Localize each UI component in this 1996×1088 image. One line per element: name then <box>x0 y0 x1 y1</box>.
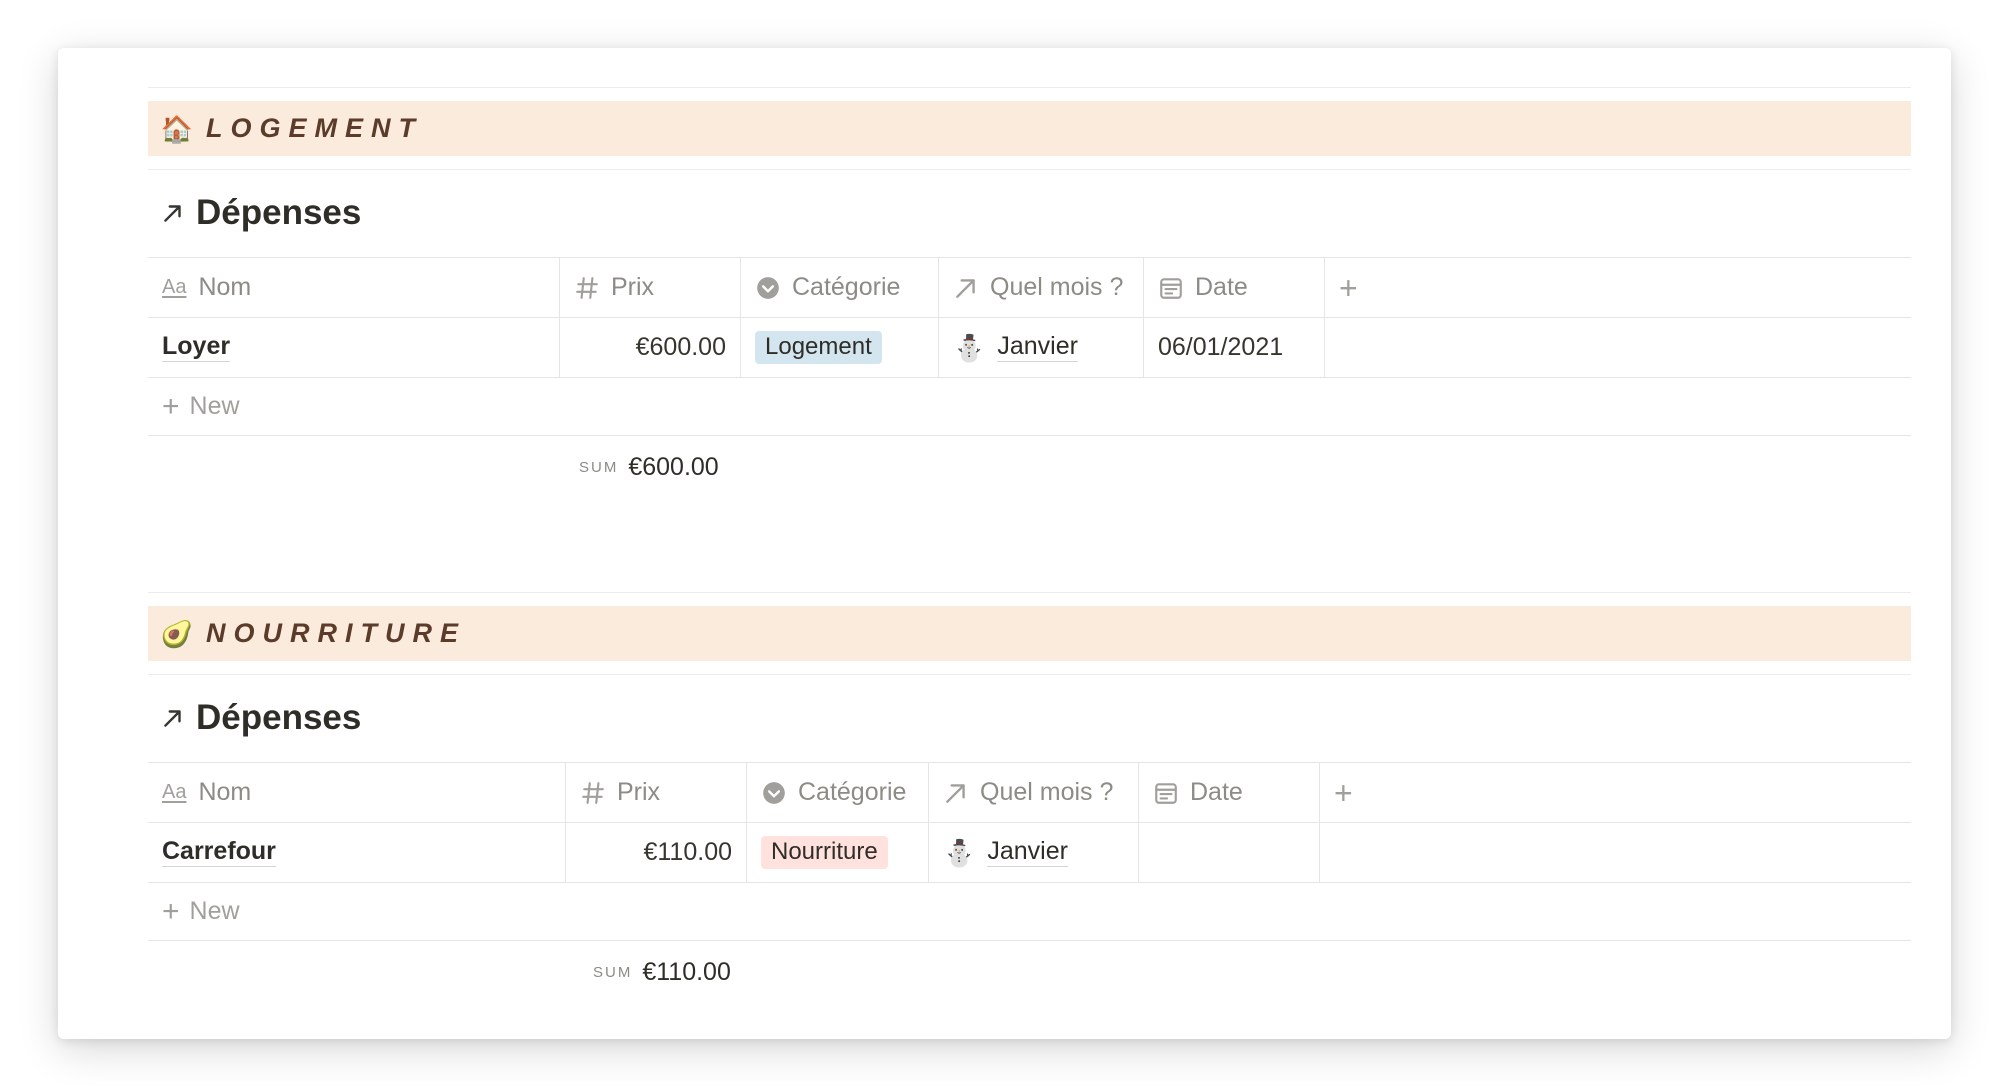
banner-title: NOURRITURE <box>206 618 466 648</box>
column-header-date[interactable]: Date <box>1144 258 1325 317</box>
text-aa-icon: Aa <box>162 781 187 803</box>
callout-banner[interactable]: 🥑 NOURRITURE <box>148 606 1911 661</box>
sum-calculation[interactable]: SUM €600.00 <box>579 436 719 498</box>
calculation-row: SUM €110.00 <box>148 941 1911 1003</box>
column-label: Prix <box>617 778 661 806</box>
column-label: Prix <box>611 273 655 301</box>
database-title-label: Dépenses <box>196 698 362 737</box>
plus-icon: + <box>162 894 180 928</box>
new-row-button[interactable]: + New <box>148 883 1911 941</box>
cell-date[interactable]: 06/01/2021 <box>1144 318 1325 377</box>
column-header-date[interactable]: Date <box>1139 763 1320 822</box>
select-chevron-icon <box>763 781 785 804</box>
cell-nom[interactable]: Loyer <box>148 318 560 377</box>
database-title[interactable]: Dépenses <box>148 181 1911 245</box>
category-tag: Logement <box>755 331 882 364</box>
sum-label: SUM <box>593 963 633 981</box>
column-header-quel-mois[interactable]: Quel mois ? <box>929 763 1139 822</box>
relation-arrow-icon <box>956 278 975 298</box>
banner-title: LOGEMENT <box>206 113 423 143</box>
table-header: Aa Nom Prix Catégorie Quel mois ? Date + <box>148 258 1911 318</box>
row-price: €600.00 <box>635 333 726 361</box>
month-relation-link[interactable]: Janvier <box>987 838 1068 867</box>
column-header-prix[interactable]: Prix <box>560 258 741 317</box>
cell-prix[interactable]: €600.00 <box>560 318 741 377</box>
column-label: Date <box>1195 273 1248 301</box>
column-label: Catégorie <box>798 778 907 806</box>
column-header-categorie[interactable]: Catégorie <box>747 763 929 822</box>
table-row[interactable]: Carrefour €110.00 Nourriture ⛄ Janvier <box>148 823 1911 883</box>
column-label: Catégorie <box>792 273 901 301</box>
section-logement: 🏠 LOGEMENT Dépenses Aa Nom Prix Catégori… <box>148 87 1911 498</box>
avocado-emoji-icon: 🥑 <box>160 618 194 649</box>
page-card: 🏠 LOGEMENT Dépenses Aa Nom Prix Catégori… <box>58 48 1951 1039</box>
new-row-button[interactable]: + New <box>148 378 1911 436</box>
cell-quel-mois[interactable]: ⛄ Janvier <box>939 318 1144 377</box>
column-header-nom[interactable]: Aa Nom <box>148 258 560 317</box>
row-price: €110.00 <box>643 838 732 866</box>
sum-value: €110.00 <box>642 957 731 986</box>
database-table: Aa Nom Prix Catégorie Quel mois ? Date +… <box>148 762 1911 1003</box>
column-header-categorie[interactable]: Catégorie <box>741 258 939 317</box>
cell-empty <box>1325 318 1911 377</box>
row-date: 06/01/2021 <box>1158 333 1284 361</box>
category-tag: Nourriture <box>761 836 888 869</box>
snowman-icon: ⛄ <box>943 837 976 868</box>
sum-value: €600.00 <box>628 452 719 481</box>
database-title-label: Dépenses <box>196 193 362 232</box>
cell-quel-mois[interactable]: ⛄ Janvier <box>929 823 1139 882</box>
column-label: Nom <box>198 273 252 301</box>
cell-categorie[interactable]: Logement <box>741 318 939 377</box>
select-chevron-icon <box>757 276 779 299</box>
row-name[interactable]: Carrefour <box>162 837 276 868</box>
relation-arrow-icon <box>946 783 965 803</box>
calendar-icon <box>1160 277 1182 299</box>
column-header-nom[interactable]: Aa Nom <box>148 763 566 822</box>
arrow-up-right-icon <box>164 710 181 727</box>
table-row[interactable]: Loyer €600.00 Logement ⛄ Janvier 06/01/2… <box>148 318 1911 378</box>
snowman-icon: ⛄ <box>953 332 986 363</box>
column-label: Quel mois ? <box>980 778 1114 806</box>
sum-label: SUM <box>579 458 619 476</box>
add-column-cell: + <box>1320 763 1911 822</box>
row-name[interactable]: Loyer <box>162 332 231 363</box>
database-table: Aa Nom Prix Catégorie Quel mois ? Date +… <box>148 257 1911 498</box>
column-label: Nom <box>198 778 252 806</box>
sum-calculation[interactable]: SUM €110.00 <box>593 941 731 1003</box>
calculation-row: SUM €600.00 <box>148 436 1911 498</box>
add-column-button[interactable]: + <box>1339 272 1358 304</box>
hash-icon <box>576 276 598 299</box>
text-aa-icon: Aa <box>162 276 187 298</box>
add-column-cell: + <box>1325 258 1911 317</box>
arrow-up-right-icon <box>164 205 181 222</box>
database-title[interactable]: Dépenses <box>148 686 1911 750</box>
month-relation-link[interactable]: Janvier <box>997 333 1078 362</box>
cell-date[interactable] <box>1139 823 1320 882</box>
new-label: New <box>189 392 240 420</box>
callout-banner[interactable]: 🏠 LOGEMENT <box>148 101 1911 156</box>
column-label: Quel mois ? <box>990 273 1124 301</box>
house-emoji-icon: 🏠 <box>160 113 194 144</box>
plus-icon: + <box>162 389 180 423</box>
calendar-icon <box>1155 782 1177 804</box>
table-header: Aa Nom Prix Catégorie Quel mois ? Date + <box>148 763 1911 823</box>
cell-prix[interactable]: €110.00 <box>566 823 747 882</box>
cell-empty <box>1320 823 1911 882</box>
section-nourriture: 🥑 NOURRITURE Dépenses Aa Nom Prix Catégo… <box>148 592 1911 1003</box>
column-header-prix[interactable]: Prix <box>566 763 747 822</box>
cell-categorie[interactable]: Nourriture <box>747 823 929 882</box>
cell-nom[interactable]: Carrefour <box>148 823 566 882</box>
hash-icon <box>582 781 604 804</box>
new-label: New <box>189 897 240 925</box>
column-header-quel-mois[interactable]: Quel mois ? <box>939 258 1144 317</box>
column-label: Date <box>1190 778 1243 806</box>
add-column-button[interactable]: + <box>1334 777 1353 809</box>
